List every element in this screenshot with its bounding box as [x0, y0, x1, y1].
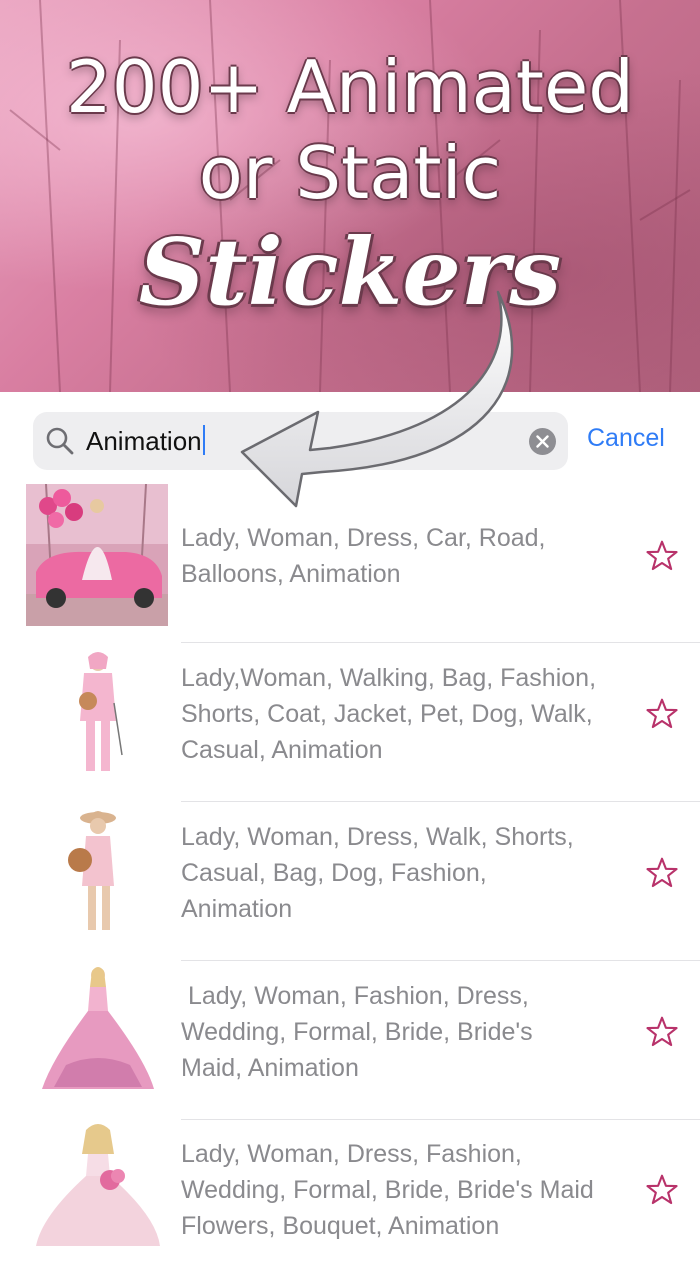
promo-headline-script: Stickers: [138, 218, 562, 326]
sticker-row[interactable]: Lady, Woman, Dress, Fashion, Wedding, Fo…: [0, 1120, 700, 1279]
search-bar[interactable]: Animation: [33, 412, 568, 470]
sticker-row[interactable]: Lady, Woman, Dress, Car, Road, Balloons,…: [0, 484, 700, 643]
search-icon: [46, 427, 74, 455]
sticker-row[interactable]: Lady, Woman, Fashion, Dress, Wedding, Fo…: [0, 961, 700, 1120]
promo-banner: 200+ Animated or Static Stickers: [0, 0, 700, 392]
sticker-thumbnail-woman-gown: [26, 961, 168, 1103]
cancel-button[interactable]: Cancel: [587, 424, 665, 453]
sticker-row[interactable]: Lady, Woman, Dress, Walk, Shorts, Casual…: [0, 802, 700, 961]
star-icon[interactable]: [644, 1014, 680, 1050]
text-caret: [202, 425, 205, 455]
star-icon[interactable]: [644, 855, 680, 891]
sticker-tags: Lady,Woman, Walking, Bag, Fashion, Short…: [181, 664, 597, 764]
sticker-thumbnail-woman-walking-dog: [26, 643, 168, 785]
star-icon[interactable]: [644, 1172, 680, 1208]
sticker-thumbnail-car-balloons: [26, 484, 168, 626]
search-input-value: Animation: [86, 426, 202, 456]
sticker-thumbnail-woman-hat-dog: [26, 802, 168, 944]
sticker-row[interactable]: Lady,Woman, Walking, Bag, Fashion, Short…: [0, 643, 700, 802]
promo-headline-line1: 200+ Animated: [65, 45, 635, 129]
sticker-thumbnail-bride-bouquet: [26, 1120, 168, 1262]
sticker-tags: Lady, Woman, Dress, Fashion, Wedding, Fo…: [181, 1140, 594, 1240]
sticker-tags: Lady, Woman, Dress, Walk, Shorts, Casual…: [181, 823, 574, 923]
star-icon[interactable]: [644, 696, 680, 732]
sticker-tags: Lady, Woman, Fashion, Dress, Wedding, Fo…: [181, 982, 533, 1082]
search-input[interactable]: Animation: [86, 424, 205, 458]
promo-headline-line2: or Static: [198, 131, 502, 215]
star-icon[interactable]: [644, 538, 680, 574]
clear-icon[interactable]: [529, 428, 556, 455]
sticker-tags: Lady, Woman, Dress, Car, Road, Balloons,…: [181, 524, 546, 588]
